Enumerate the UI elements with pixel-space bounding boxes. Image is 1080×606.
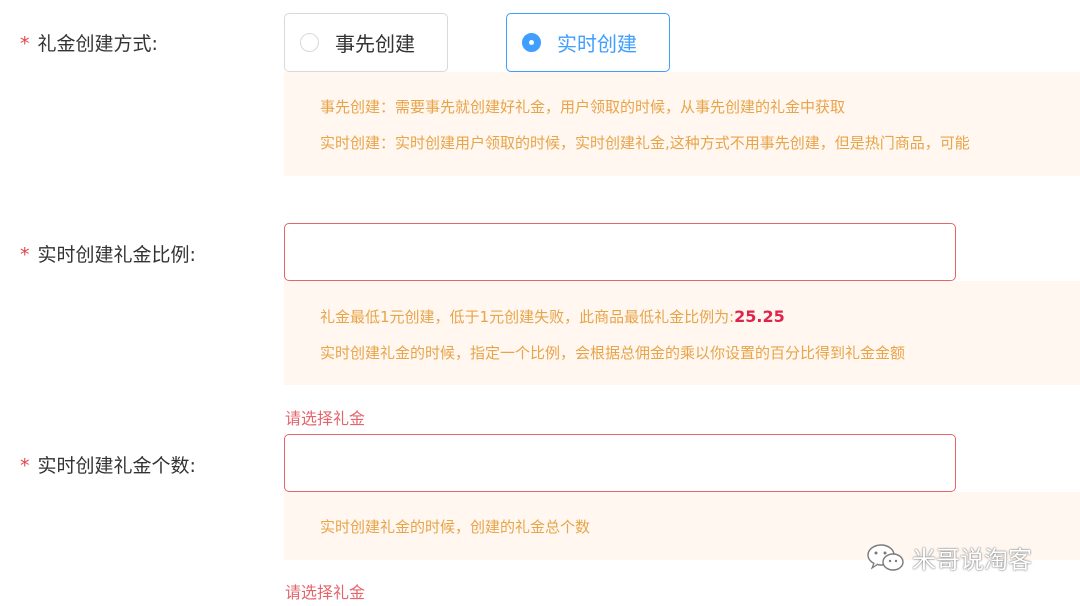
tip-line: 实时创建礼金的时候，指定一个比例，会根据总佣金的乘以你设置的百分比得到礼金金额 [320,344,906,362]
creation-method-tip: 事先创建：需要事先就创建好礼金，用户领取的时候，从事先创建的礼金中获取 实时创建… [284,72,1080,176]
min-ratio-value: 25.25 [734,307,785,326]
ratio-tip: 礼金最低1元创建，低于1元创建失败，此商品最低礼金比例为:25.25 实时创建礼… [284,281,1080,385]
count-label-text: 实时创建礼金个数: [37,455,196,477]
tip-line: 实时创建礼金的时候，创建的礼金总个数 [320,518,591,536]
required-mark: * [20,455,30,477]
creation-method-label: * 礼金创建方式: [20,29,158,56]
count-label: * 实时创建礼金个数: [20,451,196,478]
tip-text: 礼金最低1元创建，低于1元创建失败，此商品最低礼金比例为: [320,308,735,326]
count-error: 请选择礼金 [285,583,366,602]
required-mark: * [20,244,30,266]
radio-option-label: 事先创建 [335,32,415,56]
ratio-label: * 实时创建礼金比例: [20,240,196,267]
tip-line: 事先创建：需要事先就创建好礼金，用户领取的时候，从事先创建的礼金中获取 [320,98,846,116]
wechat-icon [867,543,904,571]
ratio-label-text: 实时创建礼金比例: [37,244,196,266]
tip-line: 礼金最低1元创建，低于1元创建失败，此商品最低礼金比例为:25.25 [320,306,785,327]
radio-option-precreate[interactable]: 事先创建 [284,13,448,72]
watermark-text: 米哥说淘客 [912,546,1032,574]
watermark: 米哥说淘客 [866,540,1032,575]
radio-checked-icon [522,33,541,52]
ratio-input[interactable] [284,223,956,281]
radio-option-label: 实时创建 [557,32,637,56]
required-mark: * [20,33,30,55]
creation-method-label-text: 礼金创建方式: [37,33,158,55]
radio-circle-icon [300,33,319,52]
tip-line: 实时创建：实时创建用户领取的时候，实时创建礼金,这种方式不用事先创建，但是热门商… [320,134,970,152]
ratio-error: 请选择礼金 [285,409,366,428]
radio-option-realtime[interactable]: 实时创建 [506,13,670,72]
count-input[interactable] [284,434,956,492]
